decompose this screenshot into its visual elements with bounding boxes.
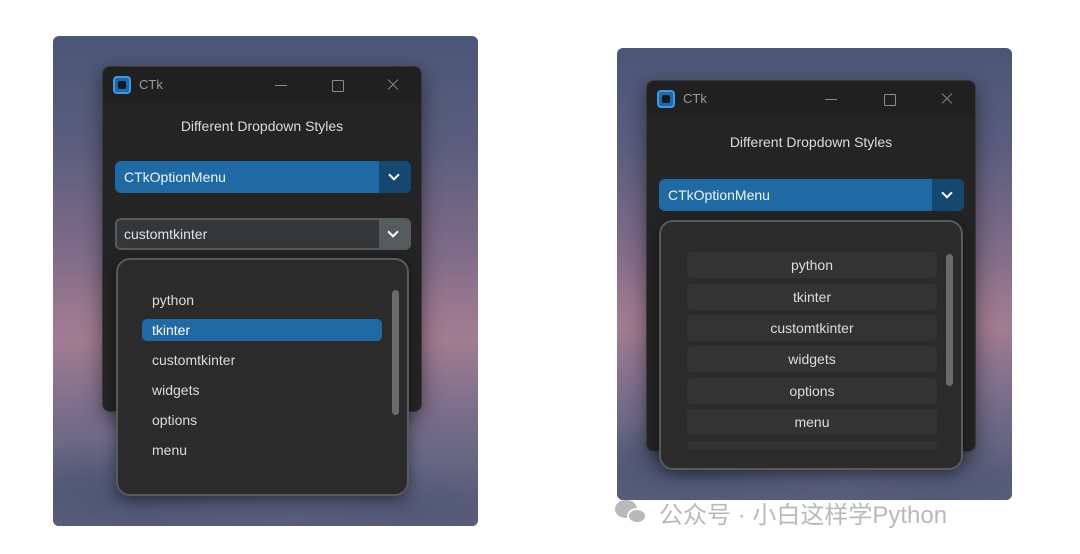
screenshot-canvas: CTk Different Dropdown Styles CTkOptionM… <box>0 0 1080 554</box>
combobox-dropdown: python tkinter customtkinter widgets opt… <box>116 258 409 496</box>
dropdown-item-tkinter[interactable]: tkinter <box>687 284 937 310</box>
dropdown-item-customtkinter[interactable]: customtkinter <box>687 315 937 341</box>
watermark: 公众号 · 小白这样学Python <box>615 496 948 529</box>
dropdown-item-options[interactable]: options <box>687 378 937 404</box>
chevron-down-icon <box>388 169 400 181</box>
dropdown-item-widgets[interactable]: widgets <box>142 379 382 401</box>
dropdown-item-menu[interactable]: menu <box>142 439 382 461</box>
dropdown-item-customtkinter[interactable]: customtkinter <box>142 349 382 371</box>
combobox-arrow[interactable] <box>379 220 409 248</box>
title-bar[interactable]: CTk <box>103 67 421 103</box>
chevron-down-icon <box>387 226 399 238</box>
window-title: CTk <box>683 91 707 106</box>
maximize-icon[interactable] <box>877 87 901 111</box>
dropdown-item-widgets[interactable]: widgets <box>687 346 937 372</box>
dropdown-item-python[interactable]: python <box>142 289 382 311</box>
dropdown-item-python[interactable]: python <box>687 252 937 278</box>
dropdown-item-tkinter[interactable]: tkinter <box>142 319 382 341</box>
close-icon[interactable] <box>381 73 405 97</box>
watermark-text: 公众号 · 小白这样学Python <box>659 501 948 529</box>
scrollbar[interactable] <box>392 290 399 415</box>
maximize-icon[interactable] <box>325 73 349 97</box>
chevron-down-icon <box>941 187 953 199</box>
wechat-icon <box>615 498 649 526</box>
dropdown-item-options[interactable]: options <box>142 409 382 431</box>
option-menu-dropdown: python tkinter customtkinter widgets opt… <box>659 220 963 470</box>
app-icon <box>657 90 675 108</box>
combobox[interactable]: customtkinter <box>115 218 411 250</box>
minimize-icon[interactable] <box>269 73 293 97</box>
app-icon <box>113 76 131 94</box>
option-menu-value: CTkOptionMenu <box>124 169 226 185</box>
combobox-value: customtkinter <box>124 226 208 242</box>
title-bar[interactable]: CTk <box>647 81 975 117</box>
option-menu-arrow[interactable] <box>379 161 411 193</box>
option-menu-value: CTkOptionMenu <box>668 187 770 203</box>
page-heading: Different Dropdown Styles <box>729 134 893 150</box>
page-heading: Different Dropdown Styles <box>180 118 344 134</box>
scrollbar[interactable] <box>946 254 953 386</box>
dropdown-item-menu[interactable]: menu <box>687 409 937 435</box>
option-menu-arrow[interactable] <box>932 179 964 211</box>
dropdown-item-partial <box>687 441 937 449</box>
option-menu[interactable]: CTkOptionMenu <box>115 161 411 193</box>
window-title: CTk <box>139 77 163 92</box>
close-icon[interactable] <box>935 87 959 111</box>
minimize-icon[interactable] <box>819 87 843 111</box>
option-menu[interactable]: CTkOptionMenu <box>659 179 964 211</box>
